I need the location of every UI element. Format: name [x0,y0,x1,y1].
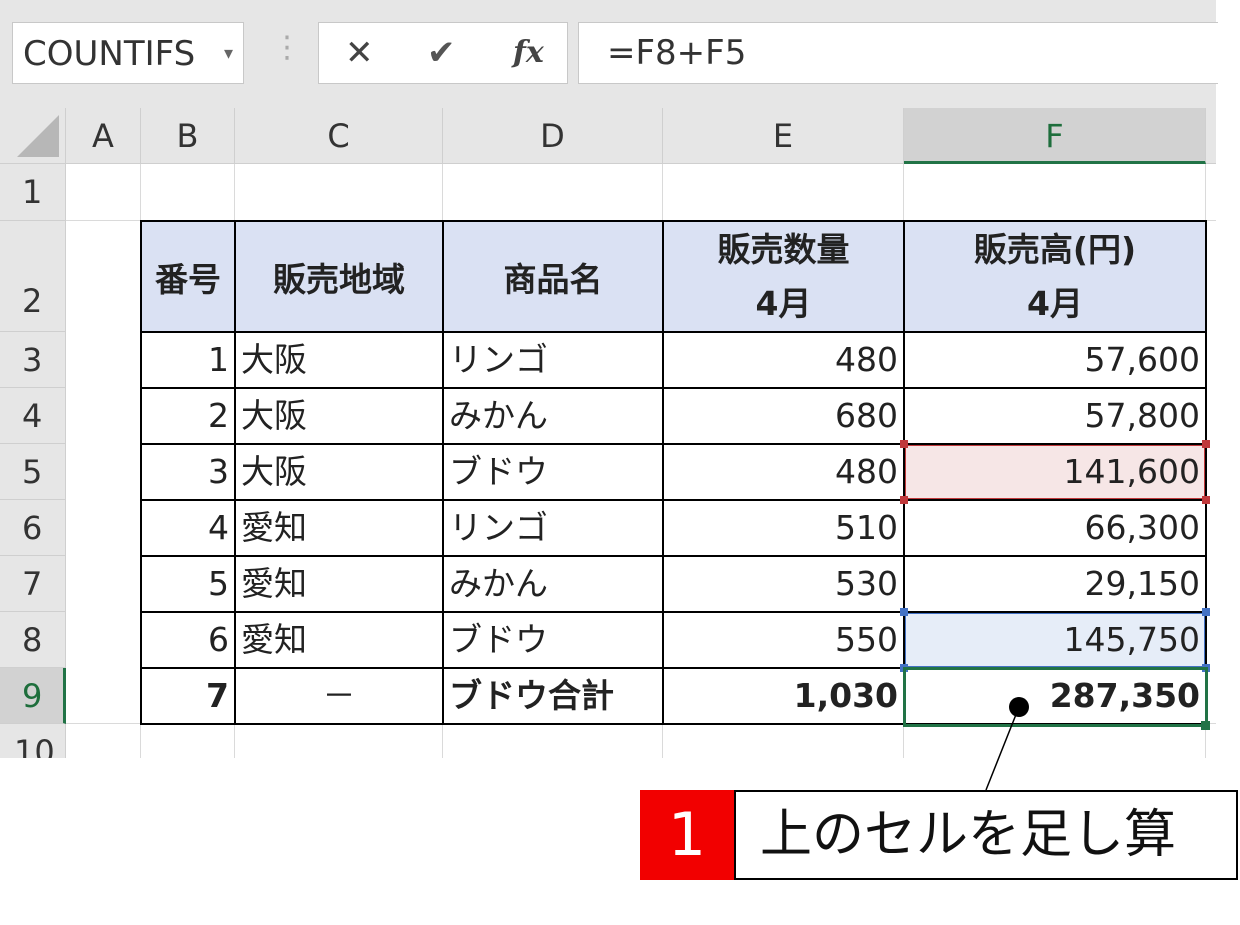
callout-pointer [985,697,1029,791]
callout-dot [1009,697,1029,717]
callout-line [985,706,1020,791]
callout-text: 上のセルを足し算 [734,790,1238,880]
callout-number-badge: 1 [640,790,734,880]
